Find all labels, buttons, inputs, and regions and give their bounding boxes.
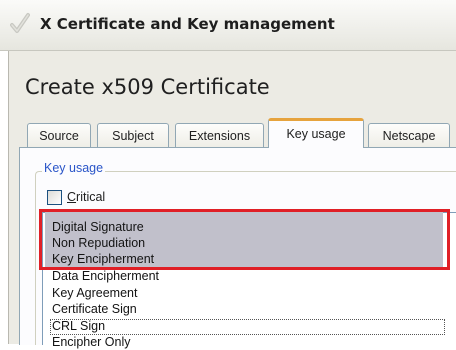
- tab-subject[interactable]: Subject: [97, 123, 169, 147]
- annotation-highlight-frame: [39, 209, 450, 270]
- list-item-data-encipherment[interactable]: Data Encipherment: [52, 269, 159, 284]
- checkmark-app-icon: [10, 13, 30, 33]
- list-item-key-agreement[interactable]: Key Agreement: [52, 286, 137, 301]
- group-label-key-usage: Key usage: [42, 161, 106, 175]
- window-title: X Certificate and Key management: [40, 15, 335, 33]
- tab-extensions[interactable]: Extensions: [175, 123, 264, 147]
- critical-checkbox-label[interactable]: Critical: [67, 190, 105, 204]
- focus-rectangle: [50, 319, 445, 335]
- tab-key-usage[interactable]: Key usage: [268, 118, 364, 148]
- list-item-certificate-sign[interactable]: Certificate Sign: [52, 302, 137, 317]
- list-item-encipher-only[interactable]: Encipher Only: [52, 335, 131, 350]
- tab-source[interactable]: Source: [27, 123, 91, 147]
- critical-checkbox[interactable]: [47, 190, 62, 205]
- dialog-title: Create x509 Certificate: [25, 75, 270, 99]
- title-bar: X Certificate and Key management: [0, 0, 456, 51]
- list-item-crl-sign[interactable]: CRL Sign: [52, 319, 105, 334]
- tab-netscape[interactable]: Netscape: [368, 123, 450, 147]
